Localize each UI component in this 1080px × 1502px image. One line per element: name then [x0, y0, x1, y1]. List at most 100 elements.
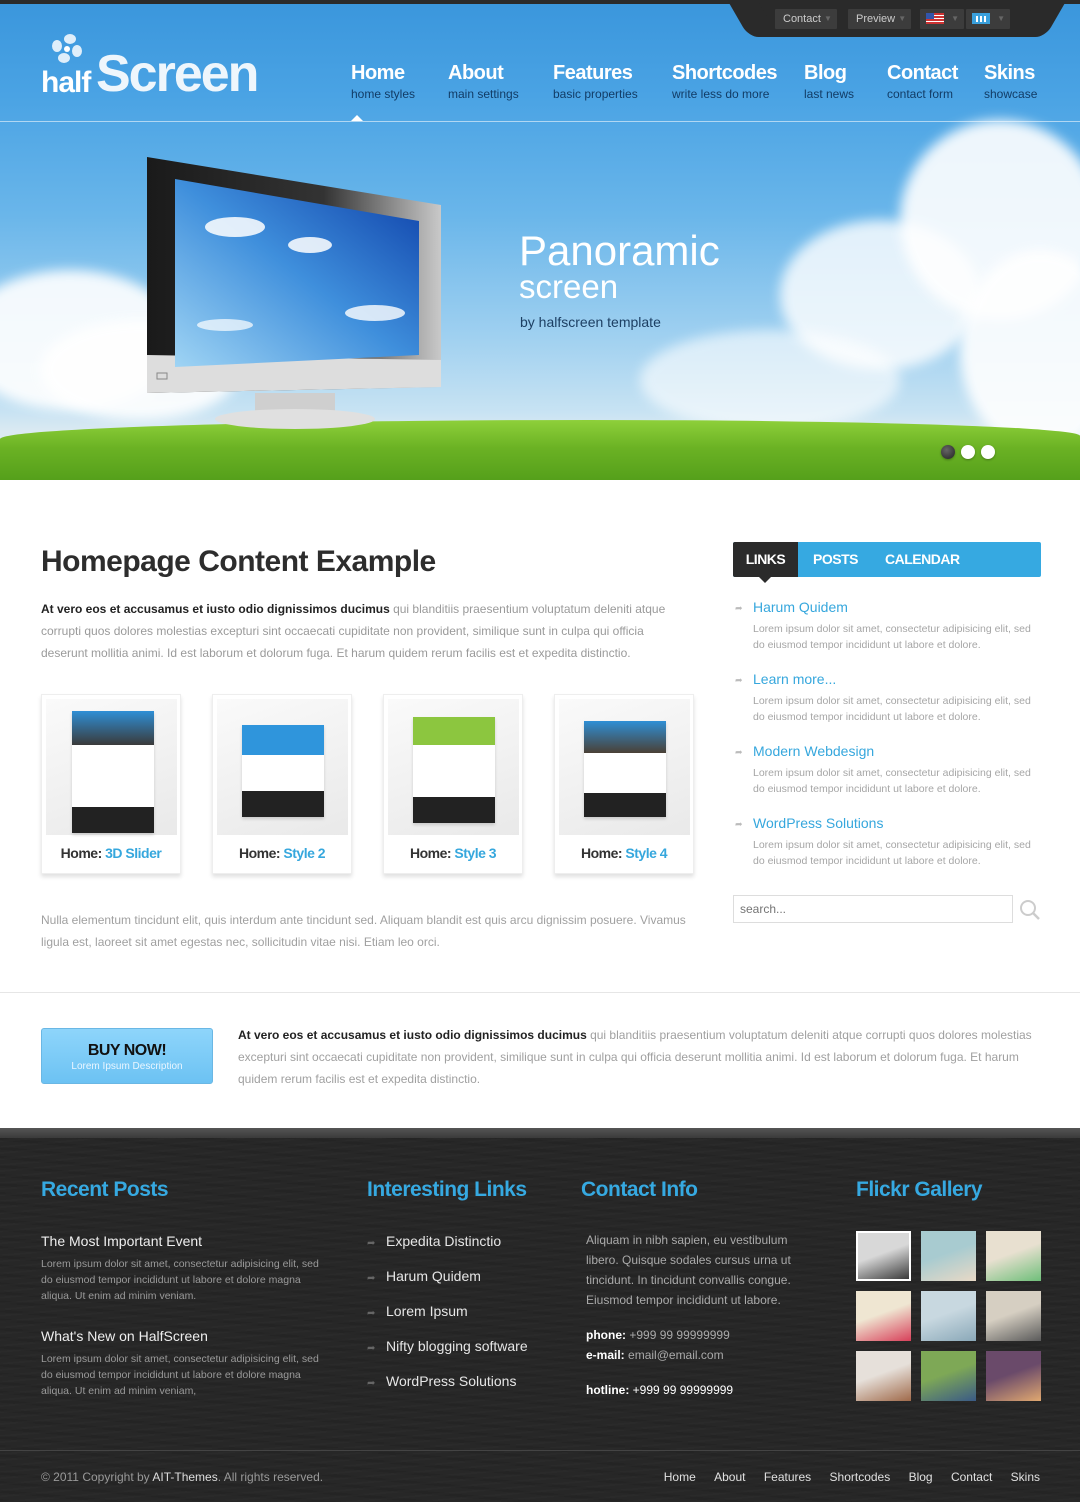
footer-nav-features[interactable]: Features — [764, 1470, 811, 1484]
recent-posts-heading: Recent Posts — [41, 1178, 169, 1201]
contact-hotline: hotline: +999 99 99999999 — [586, 1383, 734, 1397]
logo[interactable]: half Screen — [40, 32, 259, 103]
caret-down-icon: ▼ — [997, 14, 1005, 23]
footer-divider — [0, 1450, 1080, 1451]
thumbnail-image — [46, 699, 177, 835]
arrow-icon: ➦ — [367, 1238, 376, 1249]
contact-email[interactable]: e-mail: email@email.com — [586, 1348, 724, 1362]
flickr-photo-man-dog[interactable] — [921, 1351, 976, 1401]
flickr-photo-red-van[interactable] — [856, 1291, 911, 1341]
flickr-photo-power-lines[interactable] — [921, 1291, 976, 1341]
arrow-icon: ➦ — [367, 1378, 376, 1389]
topbar-contact-button[interactable]: Contact ▼ — [775, 9, 837, 29]
footer-nav-home[interactable]: Home — [664, 1470, 696, 1484]
sidebar-link-title[interactable]: WordPress Solutions — [753, 815, 883, 831]
slider-dot-2[interactable] — [961, 445, 975, 459]
footer-link-label: Lorem Ipsum — [386, 1303, 468, 1319]
footer-link[interactable]: ➦ Expedita Distinctio — [367, 1233, 501, 1249]
recent-post-desc: Lorem ipsum dolor sit amet, consectetur … — [41, 1258, 319, 1302]
search-icon[interactable] — [1018, 898, 1042, 922]
language-selector[interactable]: ▼ — [920, 9, 964, 29]
footer-link-label: Harum Quidem — [386, 1268, 481, 1284]
home-style-card-style-4[interactable]: Home: Style 4 — [554, 694, 694, 874]
buy-bold: At vero eos et accusamus et iusto odio d… — [238, 1028, 587, 1042]
interesting-links-heading: Interesting Links — [367, 1178, 527, 1201]
topbar-preview-button[interactable]: Preview ▼ — [848, 9, 912, 29]
flickr-photo-green-van[interactable] — [986, 1231, 1041, 1281]
slider-dot-1[interactable] — [941, 445, 955, 459]
home-style-card-style-2[interactable]: Home: Style 2 — [212, 694, 352, 874]
tab-posts[interactable]: POSTS — [813, 542, 858, 577]
sidebar-link-desc: Lorem ipsum dolor sit amet, consectetur … — [753, 839, 1031, 867]
flickr-photo-stairs[interactable] — [986, 1291, 1041, 1341]
footer-link[interactable]: ➦ Nifty blogging software — [367, 1338, 528, 1354]
sidebar-link-title[interactable]: Modern Webdesign — [753, 743, 874, 759]
search-input[interactable] — [733, 895, 1013, 923]
thumbnail-image — [559, 699, 690, 835]
tab-links[interactable]: LINKS — [733, 542, 798, 583]
logo-half: half — [41, 66, 91, 99]
intro-bold: At vero eos et accusamus et iusto odio d… — [41, 602, 390, 616]
nav-title: Blog — [804, 62, 847, 84]
buy-now-button[interactable]: BUY NOW! Lorem Ipsum Description — [41, 1028, 213, 1084]
thumbnail-image — [217, 699, 348, 835]
nav-subtitle: contact form — [887, 87, 954, 101]
nav-home[interactable]: Home home styles — [351, 62, 415, 101]
active-nav-indicator-icon — [351, 115, 363, 121]
flickr-photo-window-bw[interactable] — [856, 1231, 911, 1281]
footer-link[interactable]: ➦ WordPress Solutions — [367, 1373, 516, 1389]
footer-link-label: WordPress Solutions — [386, 1373, 517, 1389]
footer-link[interactable]: ➦ Harum Quidem — [367, 1268, 481, 1284]
recent-post-title[interactable]: The Most Important Event — [41, 1233, 202, 1249]
footer-nav-about[interactable]: About — [714, 1470, 745, 1484]
footer-nav-shortcodes[interactable]: Shortcodes — [830, 1470, 891, 1484]
nav-features[interactable]: Features basic properties — [553, 62, 638, 101]
flickr-photo-legs-light[interactable] — [986, 1351, 1041, 1401]
nav-shortcodes[interactable]: Shortcodes write less do more — [672, 62, 778, 101]
slider-dot-3[interactable] — [981, 445, 995, 459]
nav-contact[interactable]: Contact contact form — [887, 62, 958, 101]
arrow-icon: ➦ — [735, 747, 743, 757]
footer-link[interactable]: ➦ Lorem Ipsum — [367, 1303, 468, 1319]
sidebar-link-title[interactable]: Harum Quidem — [753, 599, 848, 615]
footer-nav: Home About Features Shortcodes Blog Cont… — [649, 1470, 1040, 1484]
buy-now-subtitle: Lorem Ipsum Description — [71, 1061, 183, 1072]
flickr-photo-sky[interactable] — [921, 1231, 976, 1281]
topbar-contact-label: Contact — [783, 13, 821, 25]
footer-link-label: Nifty blogging software — [386, 1338, 528, 1354]
topbar: Contact ▼ Preview ▼ ▼ ▼ — [752, 0, 1042, 37]
nav-skins[interactable]: Skins showcase — [984, 62, 1037, 101]
pinwheel-logo-icon — [52, 34, 82, 63]
sidebar-link-title[interactable]: Learn more... — [753, 671, 836, 687]
sidebar-link-desc: Lorem ipsum dolor sit amet, consectetur … — [753, 767, 1031, 795]
nav-subtitle: basic properties — [553, 87, 638, 101]
footer-link-label: Expedita Distinctio — [386, 1233, 502, 1249]
nav-title: Home — [351, 62, 405, 84]
card-caption: Home: Style 2 — [238, 845, 326, 861]
skin-selector[interactable]: ▼ — [966, 9, 1010, 29]
tab-calendar[interactable]: CALENDAR — [885, 542, 960, 577]
recent-post-title[interactable]: What's New on HalfScreen — [41, 1328, 208, 1344]
card-caption: Home: 3D Slider — [60, 845, 162, 861]
card-caption: Home: Style 4 — [580, 845, 668, 861]
nav-about[interactable]: About main settings — [448, 62, 519, 101]
contact-phone: phone: +999 99 99999999 — [586, 1328, 730, 1342]
footer-nav-skins[interactable]: Skins — [1011, 1470, 1040, 1484]
outro-paragraph: Nulla elementum tincidunt elit, quis int… — [41, 913, 686, 949]
nav-subtitle: last news — [804, 87, 855, 101]
caret-down-icon: ▼ — [898, 14, 907, 23]
footer-nav-blog[interactable]: Blog — [909, 1470, 933, 1484]
footer-nav-contact[interactable]: Contact — [951, 1470, 992, 1484]
home-style-card-style-3[interactable]: Home: Style 3 — [383, 694, 523, 874]
nav-title: About — [448, 62, 504, 84]
flickr-photo-bulldog[interactable] — [856, 1351, 911, 1401]
nav-title: Features — [553, 62, 633, 84]
nav-subtitle: main settings — [448, 87, 519, 101]
page-title: Homepage Content Example — [41, 545, 436, 578]
recent-post-desc: Lorem ipsum dolor sit amet, consectetur … — [41, 1353, 319, 1397]
topbar-preview-label: Preview — [856, 13, 896, 25]
home-style-card-3d-slider[interactable]: Home: 3D Slider — [41, 694, 181, 874]
copyright-brand-link[interactable]: AIT-Themes — [152, 1470, 217, 1484]
footer-top-band — [0, 1128, 1080, 1138]
nav-blog[interactable]: Blog last news — [804, 62, 854, 101]
